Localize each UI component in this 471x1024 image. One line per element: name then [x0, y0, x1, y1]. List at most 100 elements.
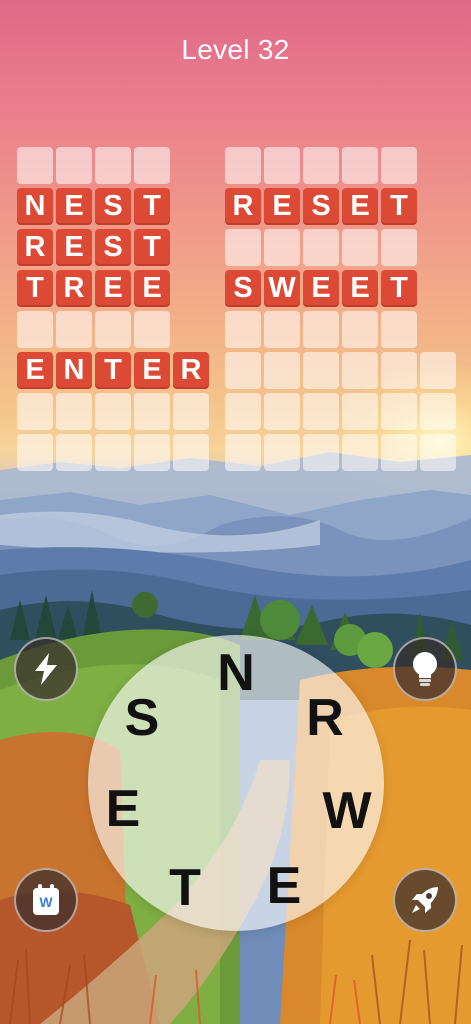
empty-tile	[225, 434, 261, 471]
letter-tile: T	[17, 270, 53, 307]
empty-tile	[342, 147, 378, 184]
hint-button[interactable]	[393, 637, 457, 701]
words-book-button[interactable]: W	[14, 868, 78, 932]
empty-tile	[173, 434, 209, 471]
empty-tile	[303, 393, 339, 430]
empty-tile	[56, 311, 92, 348]
empty-tile	[420, 434, 456, 471]
wheel-letter-n[interactable]: N	[208, 644, 264, 702]
empty-tile	[17, 147, 53, 184]
empty-tile	[56, 434, 92, 471]
letter-tile: E	[17, 352, 53, 389]
letter-tile: E	[134, 270, 170, 307]
letter-tile: E	[95, 270, 131, 307]
wheel-letter-w[interactable]: W	[319, 782, 375, 840]
empty-tile	[342, 311, 378, 348]
empty-tile	[303, 434, 339, 471]
empty-tile	[17, 393, 53, 430]
empty-tile	[225, 147, 261, 184]
grid-row: RESET	[225, 188, 417, 225]
letter-tile: R	[17, 229, 53, 266]
empty-tile	[303, 352, 339, 389]
empty-tile	[17, 434, 53, 471]
letter-tile: S	[95, 188, 131, 225]
empty-tile	[264, 311, 300, 348]
lightning-bolt-icon	[35, 653, 57, 685]
empty-tile	[381, 147, 417, 184]
wheel-letter-e-left[interactable]: E	[95, 780, 151, 838]
empty-tile	[264, 393, 300, 430]
empty-tile	[342, 229, 378, 266]
letter-tile: T	[381, 270, 417, 307]
letter-tile: S	[225, 270, 261, 307]
empty-tile	[173, 393, 209, 430]
empty-tile	[225, 229, 261, 266]
letter-tile: S	[303, 188, 339, 225]
letter-tile: N	[17, 188, 53, 225]
wheel-letter-r[interactable]: R	[297, 689, 353, 747]
letter-tile: T	[95, 352, 131, 389]
letter-tile: R	[173, 352, 209, 389]
empty-tile	[420, 393, 456, 430]
empty-tile	[134, 434, 170, 471]
grid-row	[17, 147, 170, 184]
empty-tile	[17, 311, 53, 348]
empty-tile	[264, 147, 300, 184]
letter-wheel[interactable]: N R W E T E S	[88, 635, 384, 931]
letter-tile: E	[134, 352, 170, 389]
empty-tile	[264, 352, 300, 389]
grid-row	[225, 229, 417, 266]
empty-tile	[134, 147, 170, 184]
rocket-button[interactable]	[393, 868, 457, 932]
letter-tile: T	[134, 229, 170, 266]
empty-tile	[56, 147, 92, 184]
empty-tile	[56, 393, 92, 430]
grid-row	[17, 393, 209, 430]
empty-tile	[264, 229, 300, 266]
grid-row: SWEET	[225, 270, 417, 307]
letter-tile: N	[56, 352, 92, 389]
empty-tile	[95, 434, 131, 471]
empty-tile	[95, 311, 131, 348]
letter-tile: E	[56, 188, 92, 225]
grid-row	[17, 434, 209, 471]
empty-tile	[134, 311, 170, 348]
rocket-icon	[412, 887, 438, 913]
empty-tile	[381, 393, 417, 430]
empty-tile	[95, 393, 131, 430]
letter-tile: E	[342, 270, 378, 307]
empty-tile	[95, 147, 131, 184]
level-title: Level 32	[181, 34, 290, 65]
letter-tile: E	[56, 229, 92, 266]
grid-row	[225, 311, 417, 348]
letter-tile: R	[225, 188, 261, 225]
empty-tile	[134, 393, 170, 430]
empty-tile	[381, 229, 417, 266]
lightbulb-icon	[413, 652, 437, 686]
grid-row: ENTER	[17, 352, 209, 389]
wheel-letter-t[interactable]: T	[157, 859, 213, 917]
grid-row: NEST	[17, 188, 170, 225]
empty-tile	[342, 352, 378, 389]
letter-tile: E	[264, 188, 300, 225]
grid-row	[225, 147, 417, 184]
letter-tile: T	[134, 188, 170, 225]
grid-row	[17, 311, 170, 348]
wheel-letter-s[interactable]: S	[114, 689, 170, 747]
empty-tile	[303, 229, 339, 266]
empty-tile	[225, 311, 261, 348]
letter-tile: S	[95, 229, 131, 266]
boost-button[interactable]	[14, 637, 78, 701]
grid-row	[225, 434, 456, 471]
empty-tile	[342, 434, 378, 471]
grid-row	[225, 352, 456, 389]
empty-tile	[264, 434, 300, 471]
wheel-letter-e-right[interactable]: E	[256, 857, 312, 915]
letter-tile: E	[303, 270, 339, 307]
letter-tile: W	[264, 270, 300, 307]
empty-tile	[225, 393, 261, 430]
empty-tile	[381, 311, 417, 348]
letter-tile: R	[56, 270, 92, 307]
words-book-label: W	[39, 894, 53, 910]
letter-tile: E	[342, 188, 378, 225]
